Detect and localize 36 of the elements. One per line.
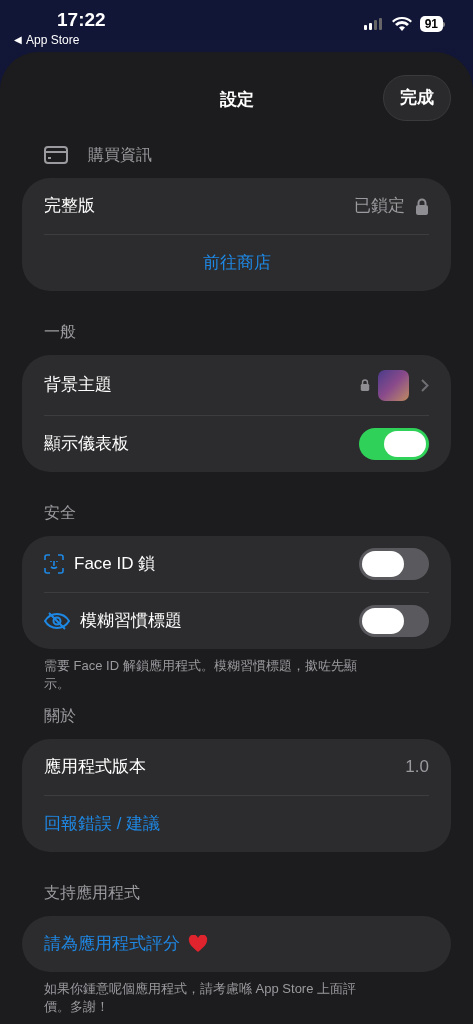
eye-slash-icon — [44, 612, 70, 630]
row-label: 顯示儀表板 — [44, 433, 129, 456]
link[interactable]: 回報錯誤 / 建議 — [44, 811, 161, 837]
toggle-switch[interactable] — [359, 605, 429, 637]
section-header: 購買資訊 — [88, 145, 152, 165]
signal-icon — [363, 18, 384, 30]
status-time: 17:22 — [57, 8, 106, 32]
face-id-icon — [44, 554, 64, 574]
done-button[interactable]: 完成 — [383, 75, 451, 121]
section-footer: 需要 Face ID 解鎖應用程式。模糊習慣標題，撳咗先顯示。 — [22, 657, 397, 693]
toggle-switch[interactable] — [359, 548, 429, 580]
theme-swatch — [378, 369, 409, 401]
wifi-icon — [391, 17, 412, 31]
row-label: 完整版 — [44, 195, 95, 218]
section-header: 關於 — [44, 706, 76, 726]
toggle-switch[interactable] — [359, 428, 429, 460]
link[interactable]: 前往商店 — [202, 250, 271, 276]
section-header: 支持應用程式 — [44, 883, 140, 903]
back-to-app-link[interactable]: ◀ App Store — [14, 32, 80, 48]
row-label: 模糊習慣標題 — [80, 610, 182, 633]
row-value: 已鎖定 — [354, 195, 405, 218]
row-label: 應用程式版本 — [44, 756, 146, 779]
heart-icon — [188, 935, 208, 953]
lock-icon — [360, 379, 370, 391]
row-label: 背景主題 — [44, 374, 112, 397]
row-value: 1.0 — [405, 756, 429, 779]
chevron-right-icon — [421, 378, 429, 392]
section-footer: 如果你鍾意呢個應用程式，請考慮喺 App Store 上面評價。多謝！ — [22, 980, 397, 1016]
page-title: 設定 — [219, 89, 254, 112]
link[interactable]: 請為應用程式評分 — [44, 931, 180, 957]
battery-indicator: 91 — [419, 16, 443, 32]
credit-card-icon — [44, 146, 68, 164]
section-header: 安全 — [44, 503, 76, 523]
section-header: 一般 — [44, 322, 76, 342]
row-label: Face ID 鎖 — [74, 553, 156, 576]
lock-icon — [415, 197, 429, 215]
